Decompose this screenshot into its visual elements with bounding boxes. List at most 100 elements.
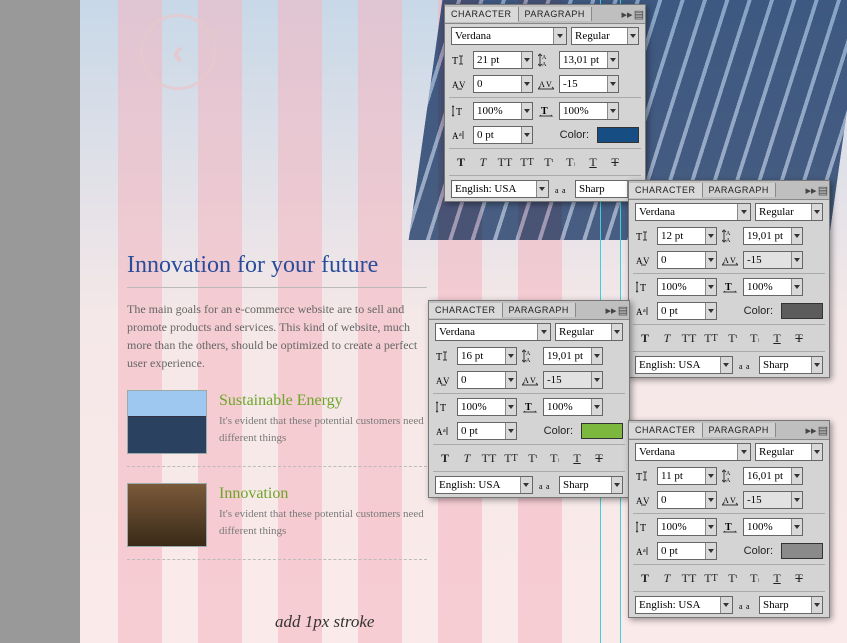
underline-button[interactable]: T [567, 449, 587, 467]
collapse-icon[interactable]: ▸▸ [805, 424, 817, 437]
collapse-icon[interactable]: ▸▸ [805, 184, 817, 197]
faux-italic-button[interactable]: T [657, 569, 677, 587]
dropdown-arrow-icon[interactable] [705, 252, 716, 268]
dropdown-arrow-icon[interactable] [791, 228, 802, 244]
font-weight-field[interactable] [755, 203, 823, 221]
value-field[interactable] [743, 227, 803, 245]
value-field[interactable] [657, 491, 717, 509]
superscript-button[interactable]: T¹ [723, 329, 743, 347]
value-field[interactable] [457, 398, 517, 416]
subscript-button[interactable]: T₁ [745, 329, 765, 347]
tab-paragraph[interactable]: PARAGRAPH [519, 7, 592, 21]
dropdown-arrow-icon[interactable] [705, 303, 716, 319]
antialias-field[interactable] [759, 356, 823, 374]
dropdown-arrow-icon[interactable] [811, 204, 822, 220]
font-family-field[interactable] [635, 203, 751, 221]
dropdown-arrow-icon[interactable] [607, 76, 618, 92]
font-weight-field[interactable] [555, 323, 623, 341]
value-field[interactable] [559, 102, 619, 120]
value-field[interactable] [743, 518, 803, 536]
dropdown-arrow-icon[interactable] [521, 103, 532, 119]
value-field[interactable] [657, 518, 717, 536]
antialias-field[interactable] [559, 476, 623, 494]
language-field[interactable] [635, 356, 733, 374]
dropdown-arrow-icon[interactable] [505, 348, 516, 364]
value-field[interactable] [743, 467, 803, 485]
dropdown-arrow-icon[interactable] [811, 597, 822, 613]
language-field[interactable] [451, 180, 549, 198]
dropdown-arrow-icon[interactable] [611, 324, 622, 340]
value-field[interactable] [657, 251, 717, 269]
color-swatch[interactable] [781, 543, 823, 559]
underline-button[interactable]: T [583, 153, 603, 171]
dropdown-arrow-icon[interactable] [591, 372, 602, 388]
tab-character[interactable]: CHARACTER [445, 7, 519, 22]
dropdown-arrow-icon[interactable] [791, 519, 802, 535]
smallcaps-button[interactable]: TT [517, 153, 537, 171]
value-field[interactable] [543, 347, 603, 365]
dropdown-arrow-icon[interactable] [791, 252, 802, 268]
smallcaps-button[interactable]: TT [701, 329, 721, 347]
tab-character[interactable]: CHARACTER [629, 183, 703, 198]
faux-bold-button[interactable]: T [635, 569, 655, 587]
dropdown-arrow-icon[interactable] [591, 348, 602, 364]
dropdown-arrow-icon[interactable] [811, 357, 822, 373]
font-weight-field[interactable] [755, 443, 823, 461]
dropdown-arrow-icon[interactable] [705, 519, 716, 535]
dropdown-arrow-icon[interactable] [505, 423, 516, 439]
dropdown-arrow-icon[interactable] [607, 52, 618, 68]
underline-button[interactable]: T [767, 569, 787, 587]
color-swatch[interactable] [581, 423, 623, 439]
dropdown-arrow-icon[interactable] [791, 492, 802, 508]
dropdown-arrow-icon[interactable] [737, 444, 750, 460]
dropdown-arrow-icon[interactable] [553, 28, 566, 44]
faux-bold-button[interactable]: T [635, 329, 655, 347]
dropdown-arrow-icon[interactable] [737, 204, 750, 220]
value-field[interactable] [743, 491, 803, 509]
faux-italic-button[interactable]: T [657, 329, 677, 347]
color-swatch[interactable] [597, 127, 639, 143]
dropdown-arrow-icon[interactable] [505, 372, 516, 388]
strikethrough-button[interactable]: T [789, 569, 809, 587]
tab-character[interactable]: CHARACTER [629, 423, 703, 438]
strikethrough-button[interactable]: T [789, 329, 809, 347]
dropdown-arrow-icon[interactable] [705, 543, 716, 559]
antialias-field[interactable] [759, 596, 823, 614]
faux-italic-button[interactable]: T [457, 449, 477, 467]
dropdown-arrow-icon[interactable] [791, 279, 802, 295]
subscript-button[interactable]: T₁ [561, 153, 581, 171]
panel-menu-icon[interactable]: ▤ [817, 184, 829, 197]
dropdown-arrow-icon[interactable] [705, 279, 716, 295]
subscript-button[interactable]: T₁ [545, 449, 565, 467]
tab-character[interactable]: CHARACTER [429, 303, 503, 318]
value-field[interactable] [657, 302, 717, 320]
underline-button[interactable]: T [767, 329, 787, 347]
allcaps-button[interactable]: TT [679, 569, 699, 587]
color-swatch[interactable] [781, 303, 823, 319]
value-field[interactable] [559, 75, 619, 93]
language-field[interactable] [635, 596, 733, 614]
font-family-field[interactable] [451, 27, 567, 45]
allcaps-button[interactable]: TT [479, 449, 499, 467]
value-field[interactable] [543, 371, 603, 389]
font-family-field[interactable] [435, 323, 551, 341]
value-field[interactable] [743, 251, 803, 269]
smallcaps-button[interactable]: TT [701, 569, 721, 587]
value-field[interactable] [473, 102, 533, 120]
superscript-button[interactable]: T¹ [523, 449, 543, 467]
panel-menu-icon[interactable]: ▤ [817, 424, 829, 437]
value-field[interactable] [457, 347, 517, 365]
dropdown-arrow-icon[interactable] [705, 228, 716, 244]
dropdown-arrow-icon[interactable] [705, 468, 716, 484]
value-field[interactable] [473, 126, 533, 144]
value-field[interactable] [457, 422, 517, 440]
value-field[interactable] [657, 542, 717, 560]
smallcaps-button[interactable]: TT [501, 449, 521, 467]
faux-bold-button[interactable]: T [435, 449, 455, 467]
allcaps-button[interactable]: TT [495, 153, 515, 171]
panel-menu-icon[interactable]: ▤ [633, 8, 645, 21]
strikethrough-button[interactable]: T [589, 449, 609, 467]
language-field[interactable] [435, 476, 533, 494]
strikethrough-button[interactable]: T [605, 153, 625, 171]
collapse-icon[interactable]: ▸▸ [621, 8, 633, 21]
